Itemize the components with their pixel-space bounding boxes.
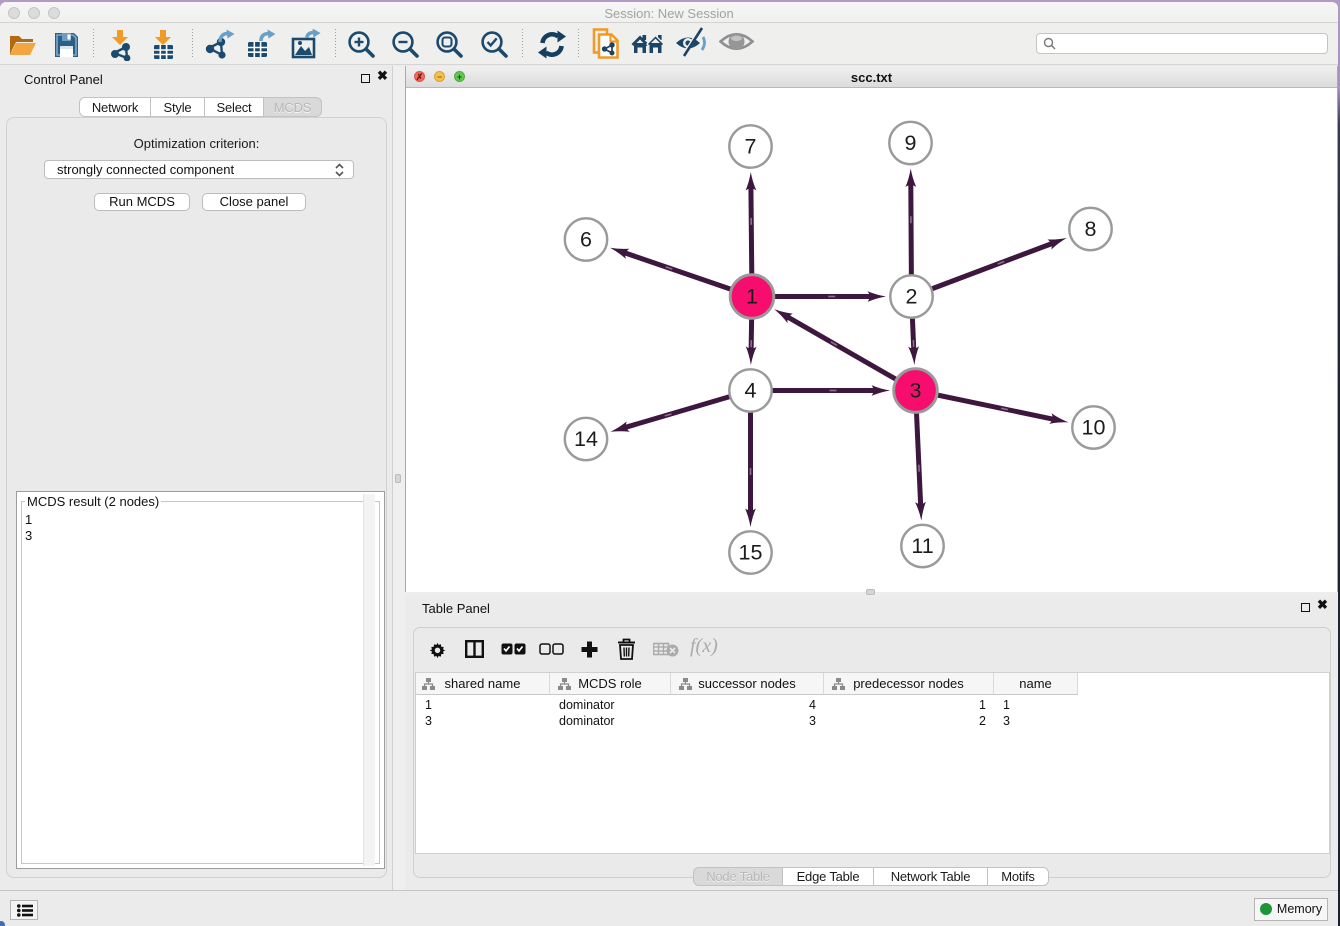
svg-text:9: 9	[905, 131, 917, 155]
svg-text:8: 8	[1085, 217, 1097, 241]
svg-text:6: 6	[580, 228, 592, 252]
svg-text:3: 3	[910, 379, 922, 403]
svg-text:2: 2	[906, 285, 918, 309]
svg-text:14: 14	[574, 427, 598, 451]
svg-text:11: 11	[911, 534, 933, 558]
svg-text:15: 15	[739, 541, 763, 565]
svg-text:1: 1	[746, 285, 758, 309]
svg-text:4: 4	[745, 379, 757, 403]
svg-text:7: 7	[745, 135, 757, 159]
svg-text:10: 10	[1082, 416, 1106, 440]
